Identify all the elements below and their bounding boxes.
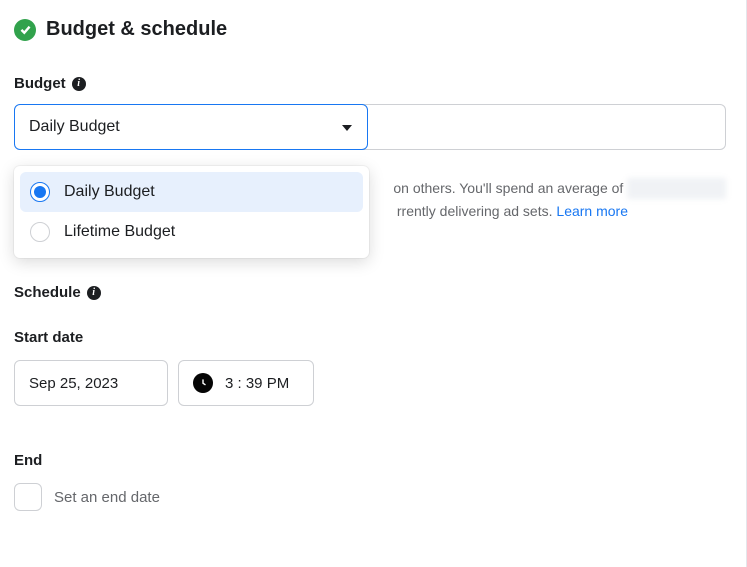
radio-icon — [30, 182, 50, 202]
end-section: End Set an end date — [14, 452, 732, 511]
section-title: Budget & schedule — [46, 18, 227, 41]
schedule-section: Schedule i Start date Sep 25, 2023 3 : 3… — [14, 284, 732, 511]
checkmark-icon — [14, 19, 36, 41]
budget-help-line2-mid: rrently delivering ad sets. — [397, 203, 553, 219]
start-date-input[interactable]: Sep 25, 2023 — [14, 360, 168, 406]
end-date-checkbox-row: Set an end date — [14, 483, 732, 511]
info-icon[interactable]: i — [87, 286, 101, 300]
budget-option-daily[interactable]: Daily Budget — [20, 172, 363, 212]
budget-option-daily-label: Daily Budget — [64, 183, 155, 201]
end-date-checkbox-label: Set an end date — [54, 489, 160, 506]
budget-label: Budget — [14, 75, 66, 92]
budget-option-lifetime-label: Lifetime Budget — [64, 223, 175, 241]
budget-amount-input[interactable] — [362, 104, 726, 150]
budget-help-blur: xxxxxx xxx xxxx — [627, 178, 726, 199]
budget-type-value: Daily Budget — [29, 118, 120, 136]
start-date-time-row: Sep 25, 2023 3 : 39 PM — [14, 360, 732, 406]
chevron-down-icon — [341, 121, 353, 133]
end-label: End — [14, 452, 732, 469]
schedule-label: Schedule — [14, 284, 81, 301]
budget-type-dropdown[interactable]: Daily Budget — [14, 104, 368, 150]
info-icon[interactable]: i — [72, 77, 86, 91]
end-date-checkbox[interactable] — [14, 483, 42, 511]
section-header: Budget & schedule — [14, 18, 732, 41]
budget-help-line1-tail: on others. You'll spend an average of — [393, 180, 623, 196]
budget-type-menu: Daily Budget Lifetime Budget — [14, 166, 369, 258]
budget-label-row: Budget i — [14, 75, 732, 92]
learn-more-link[interactable]: Learn more — [556, 203, 628, 219]
clock-icon — [193, 373, 213, 393]
start-date-label: Start date — [14, 329, 732, 346]
start-time-input[interactable]: 3 : 39 PM — [178, 360, 314, 406]
start-date-value: Sep 25, 2023 — [29, 375, 118, 392]
start-time-value: 3 : 39 PM — [225, 375, 289, 392]
schedule-label-row: Schedule i — [14, 284, 732, 301]
radio-icon — [30, 222, 50, 242]
budget-row: Daily Budget — [14, 104, 726, 150]
budget-option-lifetime[interactable]: Lifetime Budget — [20, 212, 363, 252]
